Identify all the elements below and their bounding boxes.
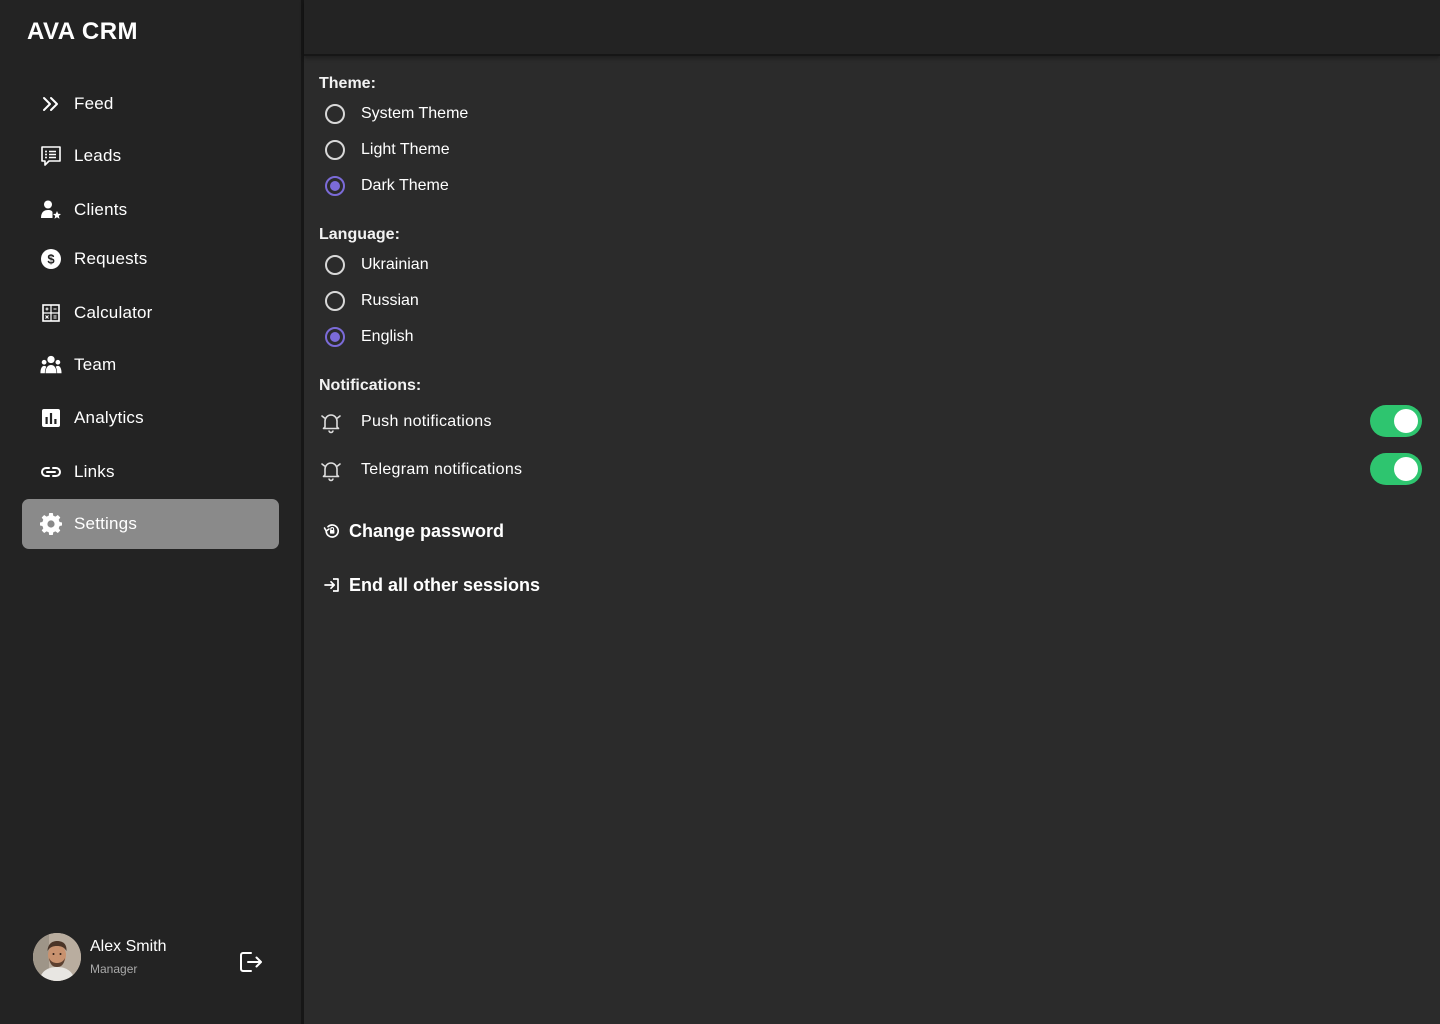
sidebar-item-label: Settings	[74, 514, 138, 533]
sidebar-item-clients[interactable]: Clients	[22, 185, 279, 235]
sidebar-divider	[301, 0, 304, 1024]
change-password-label: Change password	[349, 520, 505, 541]
bell-ringing-icon	[319, 410, 343, 434]
password-reset-icon	[323, 522, 341, 540]
toggle-knob	[1394, 409, 1418, 433]
language-option-ukrainian[interactable]: Ukrainian	[325, 253, 429, 277]
user-name: Alex Smith	[90, 938, 167, 955]
sidebar-item-calculator[interactable]: Calculator	[22, 288, 279, 338]
chat-list-icon	[40, 145, 62, 167]
theme-option-system[interactable]: System Theme	[325, 102, 468, 126]
notifications-section-title: Notifications:	[319, 377, 422, 394]
push-notifications-row: Push notifications	[319, 405, 1424, 439]
calculator-icon	[40, 302, 62, 324]
sidebar-item-label: Clients	[74, 200, 128, 219]
language-option-english[interactable]: English	[325, 325, 413, 349]
bar-chart-icon	[40, 407, 62, 429]
top-bar	[304, 0, 1440, 56]
sidebar-item-leads[interactable]: Leads	[22, 131, 279, 181]
login-arrow-icon	[323, 576, 341, 594]
push-notifications-toggle[interactable]	[1370, 405, 1422, 437]
radio-button[interactable]	[325, 255, 345, 275]
sidebar-item-label: Team	[74, 355, 117, 374]
sidebar-item-analytics[interactable]: Analytics	[22, 393, 279, 443]
sidebar-item-label: Links	[74, 462, 115, 481]
sidebar-item-label: Requests	[74, 249, 148, 268]
app-logo: AVA CRM	[27, 18, 139, 45]
end-sessions-label: End all other sessions	[349, 574, 541, 595]
telegram-notifications-row: Telegram notifications	[319, 453, 1424, 487]
radio-label: System Theme	[361, 105, 469, 122]
end-sessions-button[interactable]: End all other sessions	[323, 572, 540, 598]
double-chevron-right-icon	[40, 93, 62, 115]
radio-label: Light Theme	[361, 141, 450, 158]
avatar[interactable]	[33, 933, 81, 981]
radio-label: Russian	[361, 292, 419, 309]
svg-text:$: $	[47, 252, 55, 267]
gear-icon	[40, 513, 62, 535]
radio-button[interactable]	[325, 104, 345, 124]
language-option-russian[interactable]: Russian	[325, 289, 419, 313]
logout-button[interactable]	[237, 948, 265, 976]
radio-button[interactable]	[325, 140, 345, 160]
toggle-knob	[1394, 457, 1418, 481]
team-icon	[40, 354, 62, 376]
radio-label: English	[361, 328, 414, 345]
radio-button-checked[interactable]	[325, 327, 345, 347]
link-icon	[40, 461, 62, 483]
radio-button[interactable]	[325, 291, 345, 311]
push-notifications-label: Push notifications	[361, 413, 492, 430]
telegram-notifications-toggle[interactable]	[1370, 453, 1422, 485]
theme-option-dark[interactable]: Dark Theme	[325, 174, 449, 198]
sidebar-item-label: Leads	[74, 146, 122, 165]
user-role: Manager	[90, 962, 138, 976]
radio-label: Dark Theme	[361, 177, 449, 194]
sidebar-item-settings[interactable]: Settings	[22, 499, 279, 549]
logout-icon	[237, 952, 265, 980]
telegram-notifications-label: Telegram notifications	[361, 461, 523, 478]
radio-label: Ukrainian	[361, 256, 429, 273]
theme-section-title: Theme:	[319, 75, 376, 92]
sidebar-item-links[interactable]: Links	[22, 447, 279, 497]
user-profile: Alex Smith Manager	[33, 933, 273, 983]
sidebar-item-team[interactable]: Team	[22, 340, 279, 390]
theme-option-light[interactable]: Light Theme	[325, 138, 450, 162]
sidebar-item-label: Feed	[74, 94, 114, 113]
sidebar-item-feed[interactable]: Feed	[22, 79, 279, 129]
sidebar-item-label: Calculator	[74, 303, 153, 322]
language-section-title: Language:	[319, 226, 400, 243]
change-password-button[interactable]: Change password	[323, 518, 504, 544]
bell-ringing-icon	[319, 458, 343, 482]
user-star-icon	[40, 199, 62, 221]
sidebar-item-requests[interactable]: $ Requests	[22, 234, 279, 284]
sidebar-item-label: Analytics	[74, 408, 144, 427]
dollar-circle-icon: $	[40, 248, 62, 270]
app-root: AVA CRM Feed Leads Clients $ Requests Ca…	[0, 0, 1440, 1024]
radio-button-checked[interactable]	[325, 176, 345, 196]
sidebar: AVA CRM Feed Leads Clients $ Requests Ca…	[0, 0, 302, 1024]
